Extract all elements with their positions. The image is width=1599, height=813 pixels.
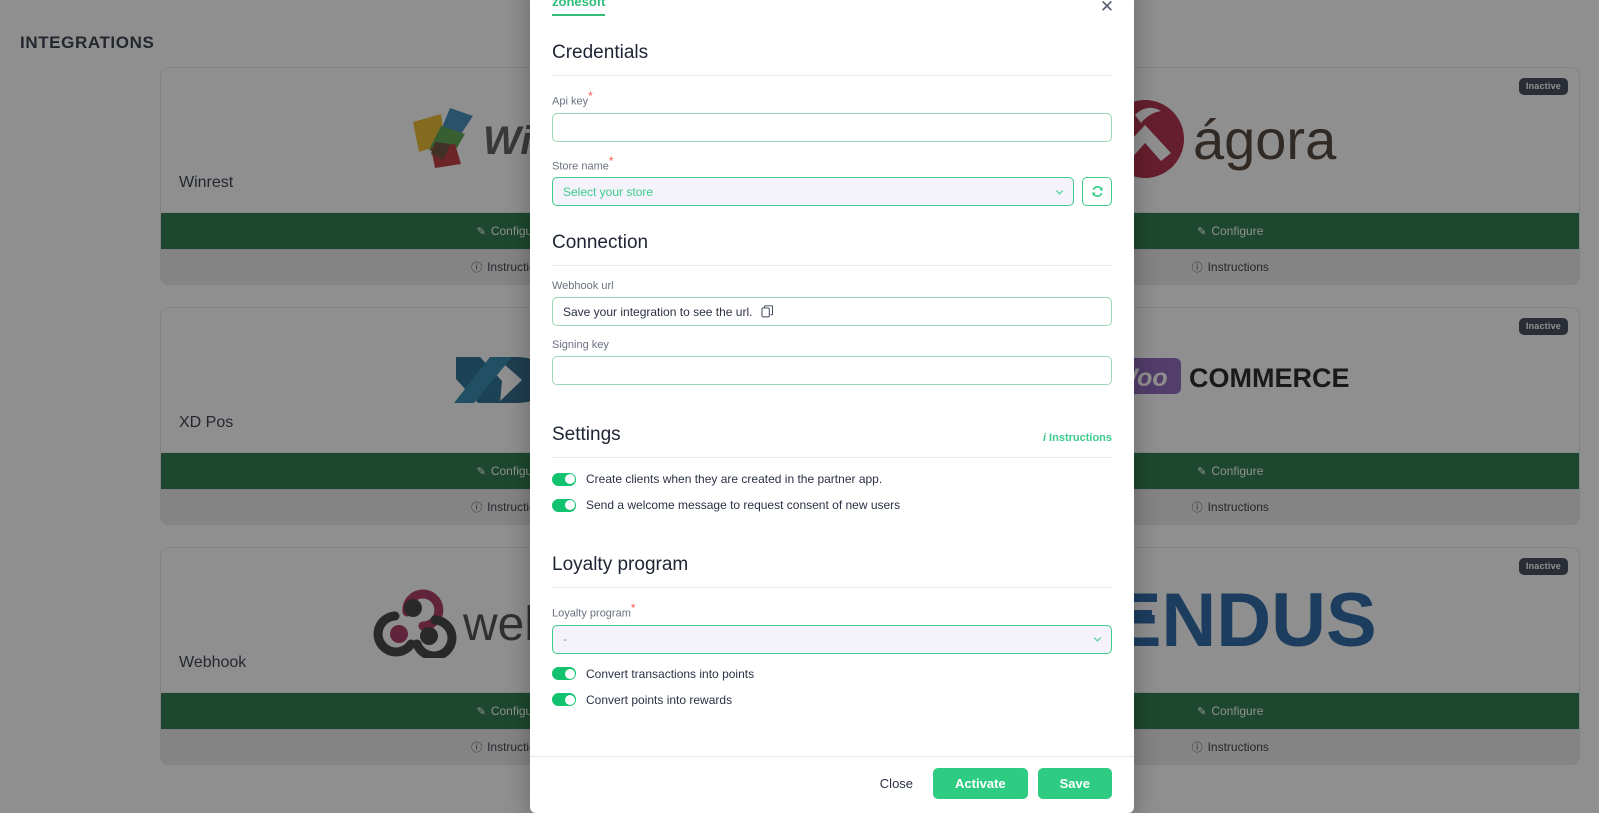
api-key-input[interactable] — [552, 112, 1112, 142]
required-marker: * — [588, 89, 593, 103]
convert-points-toggle[interactable] — [552, 693, 576, 707]
chevron-down-icon — [1093, 637, 1102, 643]
loyalty-program-label-text: Loyalty program — [552, 607, 631, 620]
signing-key-label: Signing key — [552, 339, 609, 352]
loyalty-program-label: Loyalty program* — [552, 602, 1112, 620]
settings-section-title: Settings — [552, 424, 621, 446]
signing-key-input[interactable] — [552, 356, 1112, 386]
refresh-stores-button[interactable] — [1082, 177, 1112, 207]
loyalty-program-select[interactable]: - — [552, 624, 1112, 654]
store-name-field-block: Store name* Select your store — [552, 155, 1112, 207]
store-name-row: Select your store — [552, 177, 1112, 207]
signing-key-field-block: Signing key — [552, 339, 1112, 386]
settings-instructions-label: Instructions — [1049, 432, 1112, 445]
webhook-url-label: Webhook url — [552, 280, 614, 293]
convert-transactions-toggle[interactable] — [552, 667, 576, 681]
create-clients-label: Create clients when they are created in … — [586, 472, 883, 487]
required-marker: * — [630, 601, 636, 616]
setting-welcome-message-row: Send a welcome message to request consen… — [552, 498, 1112, 512]
store-name-label-text: Store name — [552, 160, 609, 173]
webhook-url-field-block: Webhook url Save your integration to see… — [552, 280, 1112, 327]
api-key-field-block: Api key* — [552, 90, 1112, 142]
save-button[interactable]: Save — [1037, 768, 1112, 799]
store-name-select[interactable]: Select your store — [552, 177, 1074, 207]
tab-zonesoft[interactable]: zonesoft — [552, 0, 606, 16]
webhook-url-readonly: Save your integration to see the url. — [552, 297, 1112, 327]
convert-transactions-label: Convert transactions into points — [586, 666, 755, 681]
welcome-message-toggle[interactable] — [552, 498, 576, 512]
store-name-label: Store name* — [552, 155, 1112, 173]
required-marker: * — [608, 153, 614, 168]
loyalty-convert-points-row: Convert points into rewards — [552, 693, 1112, 707]
setting-create-clients-row: Create clients when they are created in … — [552, 472, 1112, 486]
welcome-message-label: Send a welcome message to request consen… — [586, 498, 901, 513]
loyalty-section-title: Loyalty program — [552, 554, 689, 576]
section-divider — [552, 75, 1112, 76]
chevron-down-icon — [1055, 190, 1064, 195]
copy-icon[interactable] — [761, 305, 774, 318]
section-divider — [552, 265, 1112, 267]
convert-points-label: Convert points into rewards — [586, 692, 733, 707]
loyalty-program-field-block: Loyalty program* - — [552, 602, 1112, 654]
credentials-section-title: Credentials — [552, 42, 649, 63]
section-divider — [552, 457, 1112, 459]
activate-button[interactable]: Activate — [933, 768, 1028, 799]
webhook-url-value: Save your integration to see the url. — [563, 304, 753, 319]
settings-section-header: Settings i Instructions — [552, 398, 1112, 446]
close-icon[interactable]: ✕ — [1096, 0, 1118, 18]
api-key-label: Api key* — [552, 90, 1112, 108]
api-key-label-text: Api key — [552, 95, 589, 108]
loyalty-program-value: - — [563, 632, 567, 647]
info-icon: i — [1042, 432, 1047, 445]
connection-section-title: Connection — [552, 232, 649, 254]
settings-instructions-link[interactable]: i Instructions — [1043, 432, 1112, 446]
refresh-icon — [1091, 186, 1103, 198]
integration-config-modal: zonesoft ✕ Credentials Api key* Store na… — [530, 0, 1134, 813]
modal-header: zonesoft ✕ — [530, 0, 1134, 18]
create-clients-toggle[interactable] — [552, 472, 576, 486]
modal-body: Credentials Api key* Store name* Select … — [530, 16, 1134, 756]
close-button[interactable]: Close — [870, 770, 923, 797]
modal-tabs: zonesoft — [552, 0, 1112, 16]
modal-footer: Close Activate Save — [530, 756, 1134, 813]
section-divider — [552, 587, 1112, 589]
store-name-value: Select your store — [563, 184, 654, 199]
loyalty-convert-transactions-row: Convert transactions into points — [552, 667, 1112, 681]
